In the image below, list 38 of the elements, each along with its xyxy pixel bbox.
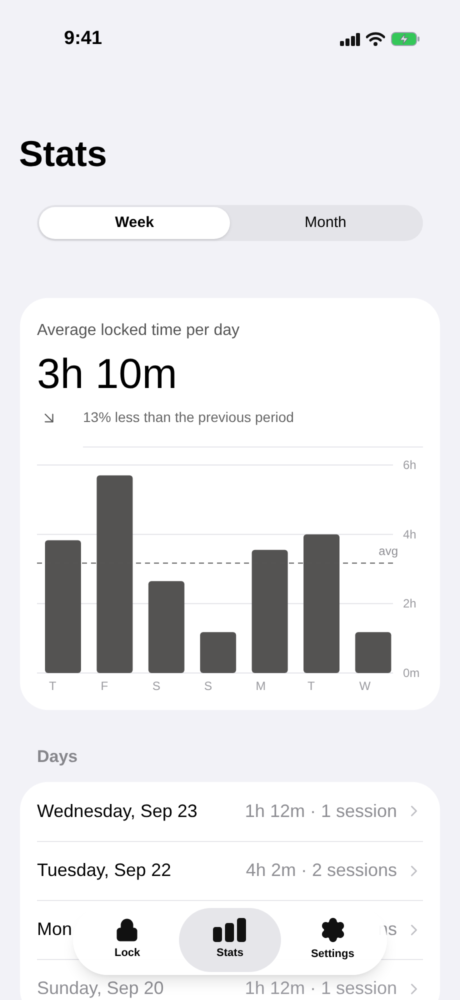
axis-label: F [100,679,108,693]
day-name: Sunday, Sep 20 [37,977,164,1000]
axis-label: M [256,679,266,693]
bar [200,632,236,673]
trend-text: 13% less than the previous period [83,408,294,427]
average-value: 3h 10m [37,353,178,395]
lock-icon [115,918,140,942]
day-summary: 1h 12m · 1 session [244,977,397,1000]
bar-chart-icon [213,918,247,942]
day-summary: 4h 2m · 2 sessions [246,859,397,882]
section-heading: Days [37,746,79,768]
battery-charging-icon [391,32,420,46]
axis-label: 2h [403,596,416,611]
bar [355,632,392,673]
axis-label: T [308,679,315,693]
day-name: Mon [37,918,72,941]
average-label: avg [378,544,398,558]
axis-label: 6h [403,458,416,472]
axis-label: S [152,679,160,693]
axis-label: S [204,679,212,693]
segment-tab[interactable]: Week [39,207,230,239]
page-title: Stats [19,136,108,172]
day-row[interactable]: Tuesday, Sep 22 4h 2m · 2 sessions [37,840,423,900]
tab-bar-item[interactable]: Stats [178,908,282,972]
axis-label: 4h [403,527,416,542]
axis-label: W [359,679,371,693]
signal-icon [340,32,360,46]
day-name: Tuesday, Sep 22 [37,859,172,882]
wifi-icon [366,32,385,46]
day-summary: 1h 12m · 1 session [244,800,397,822]
day-name: Wednesday, Sep 23 [37,800,198,823]
axis-label: T [49,679,56,693]
axis-label: 0m [403,666,420,680]
card-caption: Average locked time per day [37,321,240,341]
segment-tab[interactable]: Month [230,207,421,239]
day-row[interactable]: Wednesday, Sep 23 1h 12m · 1 session [37,782,423,840]
status-time: 9:41 [64,26,102,51]
settings-icon [320,917,346,944]
